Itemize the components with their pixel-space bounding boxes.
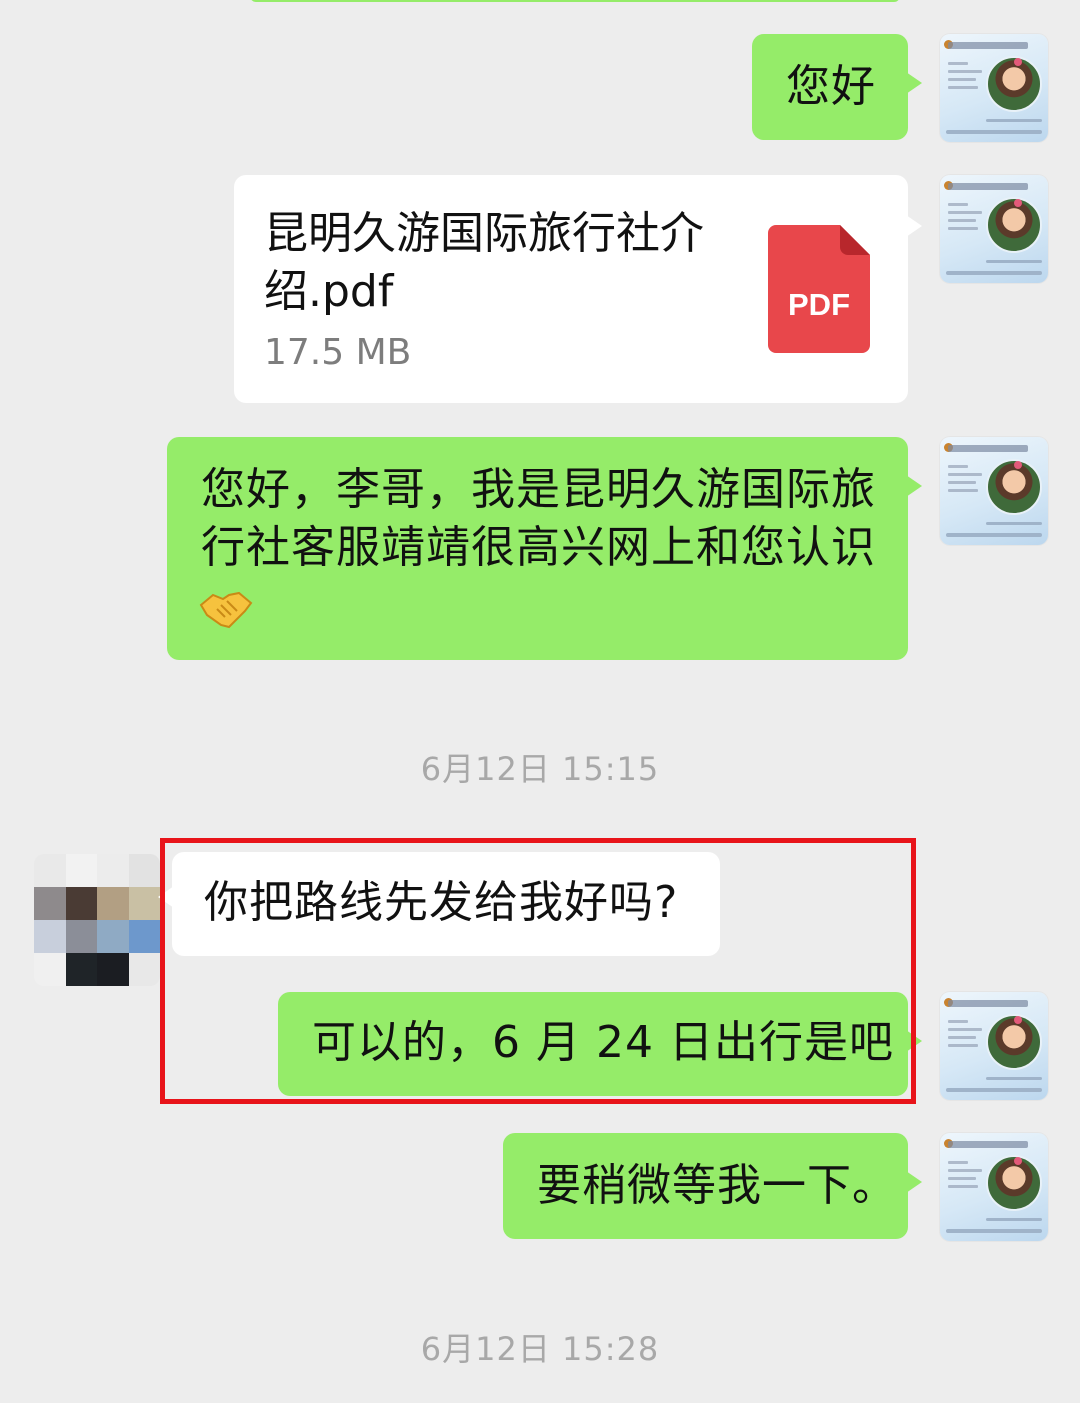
message-bubble-date-confirm[interactable]: 可以的，6 月 24 日出行是吧 <box>278 992 922 1096</box>
pdf-file-icon: PDF <box>768 225 870 353</box>
pdf-icon-label: PDF <box>788 287 850 322</box>
my-avatar[interactable] <box>940 175 1048 283</box>
my-avatar[interactable] <box>940 34 1048 142</box>
message-text: 您好，李哥，我是昆明久游国际旅行社客服靖靖很高兴网上和您认识 <box>201 464 876 573</box>
my-avatar[interactable] <box>940 1133 1048 1241</box>
other-avatar[interactable] <box>34 854 160 986</box>
message-bubble-wait[interactable]: 要稍微等我一下。 <box>503 1133 922 1239</box>
message-bubble-greeting[interactable]: 您好 <box>752 34 922 140</box>
file-size: 17.5 MB <box>264 332 412 373</box>
file-name: 昆明久游国际旅行社介绍.pdf <box>264 208 704 317</box>
message-text: 你把路线先发给我好吗? <box>204 877 679 928</box>
message-text: 要稍微等我一下。 <box>537 1160 897 1211</box>
chat-view: 您好 昆明久游国际旅行社介绍.pdf 17.5 MB PDF 您好，李哥，我是昆… <box>0 0 1080 1403</box>
message-bubble-introduction[interactable]: 您好，李哥，我是昆明久游国际旅行社客服靖靖很高兴网上和您认识 <box>167 437 922 660</box>
message-bubble-route-request[interactable]: 你把路线先发给我好吗? <box>158 852 720 956</box>
previous-message-fragment <box>250 0 900 2</box>
my-avatar[interactable] <box>940 437 1048 545</box>
handshake-emoji <box>199 591 253 629</box>
message-text: 您好 <box>786 61 876 112</box>
my-avatar[interactable] <box>940 992 1048 1100</box>
timestamp: 6月12日 15:15 <box>420 750 660 788</box>
file-message[interactable]: 昆明久游国际旅行社介绍.pdf 17.5 MB PDF <box>234 175 922 403</box>
message-text: 可以的，6 月 24 日出行是吧 <box>312 1017 894 1068</box>
timestamp: 6月12日 15:28 <box>420 1330 660 1368</box>
